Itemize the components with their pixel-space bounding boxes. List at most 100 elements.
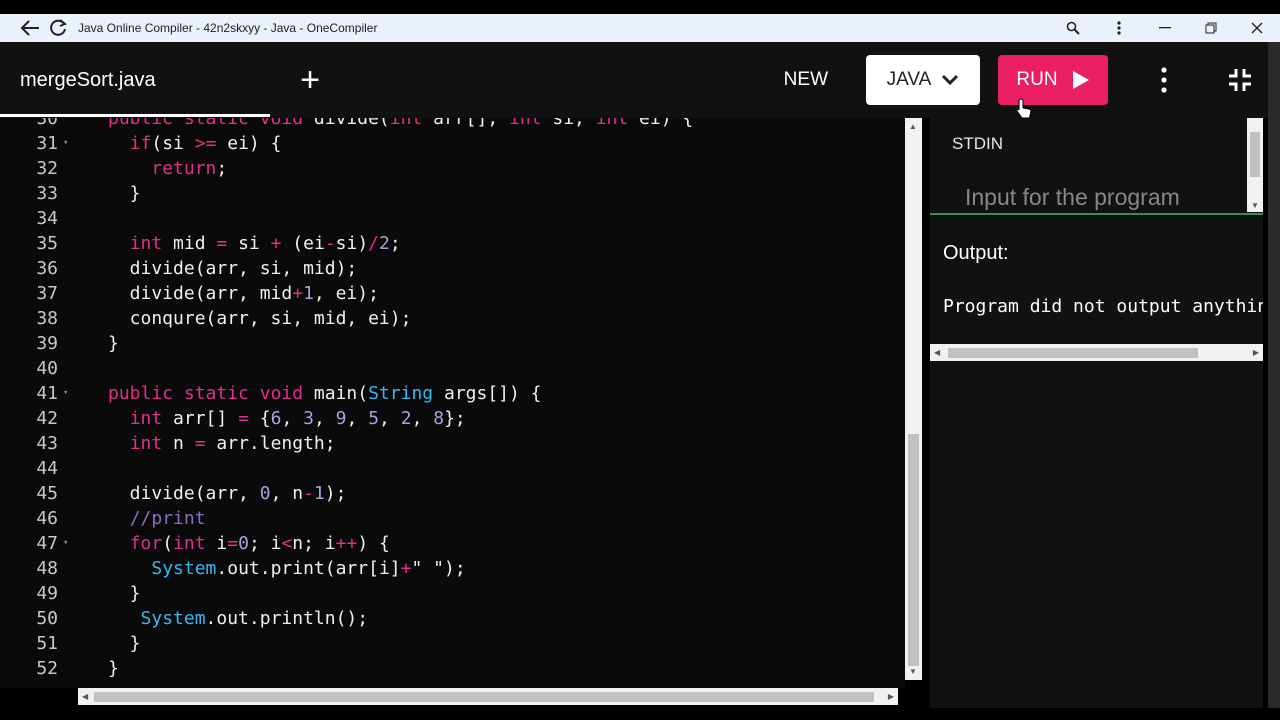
code-text: } bbox=[108, 583, 141, 604]
code-line[interactable]: 49 } bbox=[0, 581, 905, 606]
code-text: divide(arr, si, mid); bbox=[108, 258, 358, 279]
page-scrollbar[interactable] bbox=[1268, 42, 1280, 708]
line-number: 39 bbox=[36, 333, 58, 354]
browser-title-bar: Java Online Compiler - 42n2skxyy - Java … bbox=[0, 14, 1280, 42]
code-line[interactable]: 31 ▾ if(si >= ei) { bbox=[0, 131, 905, 156]
code-text: } bbox=[108, 658, 119, 679]
close-window-icon[interactable] bbox=[1234, 14, 1280, 42]
code-editor[interactable]: 30 public static void divide(int arr[], i… bbox=[0, 118, 905, 688]
scroll-thumb[interactable] bbox=[1250, 132, 1260, 177]
code-line[interactable]: 37 divide(arr, mid+1, ei); bbox=[0, 281, 905, 306]
line-number: 47 bbox=[36, 533, 58, 554]
code-line[interactable]: 45 divide(arr, 0, n-1); bbox=[0, 481, 905, 506]
stdin-underline bbox=[930, 213, 1263, 215]
code-text: if(si >= ei) { bbox=[129, 133, 282, 154]
scroll-up-icon[interactable]: ▲ bbox=[909, 122, 917, 131]
top-strip bbox=[0, 0, 1280, 14]
play-icon bbox=[1072, 70, 1090, 90]
code-line[interactable]: 48 System.out.print(arr[i]+" "); bbox=[0, 556, 905, 581]
fold-arrow-icon[interactable]: ▾ bbox=[63, 531, 68, 556]
file-tab[interactable]: mergeSort.java bbox=[20, 69, 290, 92]
line-number: 48 bbox=[36, 558, 58, 579]
code-text: conqure(arr, si, mid, ei); bbox=[108, 308, 412, 329]
code-text: //print bbox=[129, 508, 206, 529]
code-text: } bbox=[108, 633, 141, 654]
back-arrow-icon[interactable] bbox=[16, 14, 44, 42]
code-text: int arr[] = {6, 3, 9, 5, 2, 8}; bbox=[129, 408, 466, 429]
line-number: 42 bbox=[36, 408, 58, 429]
scroll-thumb[interactable] bbox=[948, 348, 1198, 358]
line-number: 43 bbox=[36, 433, 58, 454]
minimize-icon[interactable] bbox=[1142, 14, 1188, 42]
code-line[interactable]: 32 return; bbox=[0, 156, 905, 181]
line-number: 38 bbox=[36, 308, 58, 329]
scroll-right-icon[interactable]: ▶ bbox=[888, 692, 894, 701]
restore-icon[interactable] bbox=[1188, 14, 1234, 42]
code-line[interactable]: 44 bbox=[0, 456, 905, 481]
line-number: 51 bbox=[36, 633, 58, 654]
exit-fullscreen-icon[interactable] bbox=[1220, 68, 1260, 92]
fold-arrow-icon[interactable]: ▾ bbox=[63, 381, 68, 406]
scroll-thumb[interactable] bbox=[908, 434, 919, 666]
editor-vertical-scrollbar[interactable]: ▲ ▼ bbox=[905, 118, 922, 680]
new-button[interactable]: NEW bbox=[784, 69, 828, 91]
line-number: 31 bbox=[36, 133, 58, 154]
line-number: 46 bbox=[36, 508, 58, 529]
code-text: } bbox=[108, 183, 141, 204]
code-line[interactable]: 39} bbox=[0, 331, 905, 356]
browser-menu-icon[interactable] bbox=[1096, 14, 1142, 42]
line-number: 35 bbox=[36, 233, 58, 254]
scroll-down-icon[interactable]: ▼ bbox=[1251, 201, 1259, 210]
code-line[interactable]: 50 System.out.println(); bbox=[0, 606, 905, 631]
line-number: 34 bbox=[36, 208, 58, 229]
language-select[interactable]: JAVA bbox=[866, 55, 980, 105]
line-number: 52 bbox=[36, 658, 58, 679]
run-label: RUN bbox=[1016, 69, 1058, 90]
code-line[interactable]: 33 } bbox=[0, 181, 905, 206]
io-panel: STDIN Input for the program ▼ Output: Pr… bbox=[930, 118, 1263, 708]
stdin-input[interactable]: Input for the program bbox=[965, 184, 1180, 211]
code-line[interactable]: 43 int n = arr.length; bbox=[0, 431, 905, 456]
scroll-thumb[interactable] bbox=[94, 692, 874, 702]
scroll-right-icon[interactable]: ▶ bbox=[1253, 348, 1259, 357]
browser-title: Java Online Compiler - 42n2skxyy - Java … bbox=[78, 21, 378, 35]
mouse-pointer-icon bbox=[1016, 98, 1032, 125]
line-number: 30 bbox=[36, 118, 58, 129]
scroll-left-icon[interactable]: ◀ bbox=[934, 348, 940, 357]
output-horizontal-scrollbar[interactable]: ◀ ▶ bbox=[930, 344, 1263, 361]
code-text: for(int i=0; i<n; i++) { bbox=[129, 533, 390, 554]
editor-horizontal-scrollbar[interactable]: ◀ ▶ bbox=[78, 688, 898, 705]
output-label: Output: bbox=[943, 242, 1009, 264]
add-file-button[interactable]: + bbox=[290, 63, 330, 97]
language-label: JAVA bbox=[886, 69, 932, 90]
code-line[interactable]: 40 bbox=[0, 356, 905, 381]
code-line[interactable]: 35 int mid = si + (ei-si)/2; bbox=[0, 231, 905, 256]
code-line[interactable]: 52} bbox=[0, 656, 905, 681]
line-number: 40 bbox=[36, 358, 58, 379]
scroll-down-icon[interactable]: ▼ bbox=[909, 667, 917, 676]
code-line[interactable]: 46 //print bbox=[0, 506, 905, 531]
line-number: 37 bbox=[36, 283, 58, 304]
code-text: int mid = si + (ei-si)/2; bbox=[129, 233, 401, 254]
code-line[interactable]: 38 conqure(arr, si, mid, ei); bbox=[0, 306, 905, 331]
line-number: 50 bbox=[36, 608, 58, 629]
code-text: divide(arr, 0, n-1); bbox=[108, 483, 347, 504]
code-line[interactable]: 34 bbox=[0, 206, 905, 231]
more-options-icon[interactable] bbox=[1144, 67, 1184, 93]
code-line[interactable]: 42 int arr[] = {6, 3, 9, 5, 2, 8}; bbox=[0, 406, 905, 431]
code-line[interactable]: 51 } bbox=[0, 631, 905, 656]
code-line[interactable]: 30 public static void divide(int arr[], i… bbox=[0, 118, 905, 131]
fold-arrow-icon[interactable]: ▾ bbox=[63, 131, 68, 156]
code-line[interactable]: 47 ▾ for(int i=0; i<n; i++) { bbox=[0, 531, 905, 556]
code-line[interactable]: 36 divide(arr, si, mid); bbox=[0, 256, 905, 281]
code-line[interactable]: 41 ▾ public static void main(String args[]… bbox=[0, 381, 905, 406]
reload-icon[interactable] bbox=[44, 14, 72, 42]
scroll-left-icon[interactable]: ◀ bbox=[82, 692, 88, 701]
code-text: public static void divide(int arr[], int… bbox=[108, 118, 694, 129]
line-number: 41 bbox=[36, 383, 58, 404]
stdin-scrollbar[interactable]: ▼ bbox=[1247, 118, 1263, 212]
line-number: 45 bbox=[36, 483, 58, 504]
zoom-icon[interactable] bbox=[1050, 14, 1096, 42]
stdin-label: STDIN bbox=[952, 134, 1003, 153]
run-button[interactable]: RUN bbox=[998, 55, 1108, 105]
